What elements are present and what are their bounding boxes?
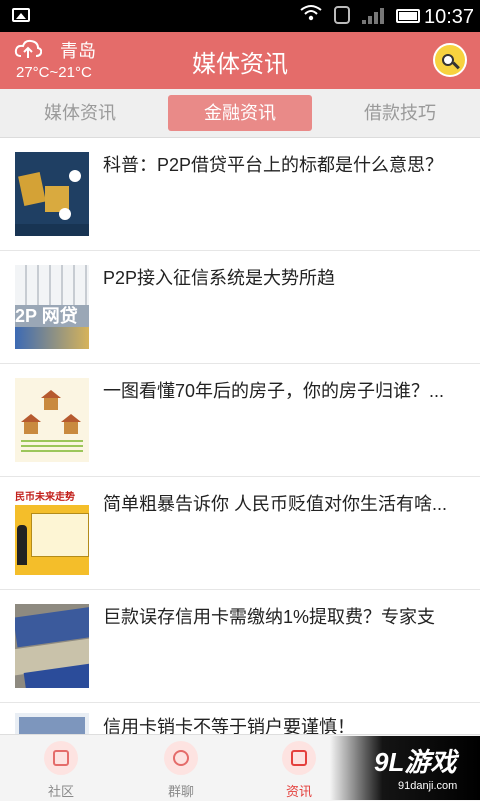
article-thumbnail (15, 152, 89, 236)
status-bar: 10:37 (0, 0, 480, 32)
tab-media-news[interactable]: 媒体资讯 (10, 95, 150, 131)
list-item[interactable]: 巨款误存信用卡需缴纳1%提取费？专家支 (0, 590, 480, 703)
list-item[interactable]: 民币未来走势 简单粗暴告诉你 人民币贬值对你生活有啥... (0, 477, 480, 590)
watermark-url: 91danji.com (398, 780, 458, 792)
article-title: P2P接入征信系统是大势所趋 (103, 268, 336, 288)
signal-icon (362, 8, 388, 24)
nav-group-chat[interactable]: 群聊 (136, 735, 226, 801)
list-item[interactable]: 信用卡销卡不等于销户要谨慎！ (0, 703, 480, 734)
list-item[interactable]: 2P 网贷 P2P接入征信系统是大势所趋 (0, 251, 480, 364)
group-icon (164, 741, 198, 775)
list-item[interactable]: 科普：P2P借贷平台上的标都是什么意思？ (0, 138, 480, 251)
nav-community[interactable]: 社区 (16, 735, 106, 801)
tab-bar: 媒体资讯 金融资讯 借款技巧 (0, 89, 480, 138)
article-title: 巨款误存信用卡需缴纳1%提取费？专家支 (103, 607, 436, 627)
article-thumbnail: 民币未来走势 (15, 491, 89, 575)
sim-icon (334, 6, 350, 24)
article-title: 科普：P2P借贷平台上的标都是什么意思？ (103, 155, 444, 175)
watermark-brand: 9L游戏 (374, 747, 457, 777)
tab-loan-tips[interactable]: 借款技巧 (330, 95, 470, 131)
nav-label: 社区 (47, 784, 74, 799)
tab-finance-news[interactable]: 金融资讯 (168, 95, 312, 131)
battery-icon (396, 9, 420, 23)
article-title: 信用卡销卡不等于销户要谨慎！ (103, 717, 355, 734)
app-header: 青岛 27°C~21°C 媒体资讯 (0, 32, 480, 89)
article-thumbnail (15, 713, 89, 734)
article-list: 科普：P2P借贷平台上的标都是什么意思？ 2P 网贷 P2P接入征信系统是大势所… (0, 138, 480, 734)
photo-icon (12, 8, 30, 22)
article-thumbnail (15, 378, 89, 462)
search-face-icon[interactable] (433, 43, 467, 77)
status-time: 10:37 (424, 6, 475, 28)
nav-label: 群聊 (167, 784, 194, 799)
watermark-logo: 9L游戏 91danji.com (330, 736, 480, 800)
article-title: 简单粗暴告诉你 人民币贬值对你生活有啥... (103, 494, 448, 514)
article-title: 一图看懂70年后的房子，你的房子归谁？... (103, 381, 445, 401)
article-thumbnail (15, 604, 89, 688)
chat-icon (282, 741, 316, 775)
thumbnail-text: 2P 网贷 (15, 305, 89, 327)
thumbnail-text: 民币未来走势 (15, 491, 89, 505)
article-thumbnail: 2P 网贷 (15, 265, 89, 349)
list-item[interactable]: 一图看懂70年后的房子，你的房子归谁？... (0, 364, 480, 477)
page-title: 媒体资讯 (192, 51, 288, 78)
wifi-icon (300, 4, 322, 27)
edit-icon (44, 741, 78, 775)
